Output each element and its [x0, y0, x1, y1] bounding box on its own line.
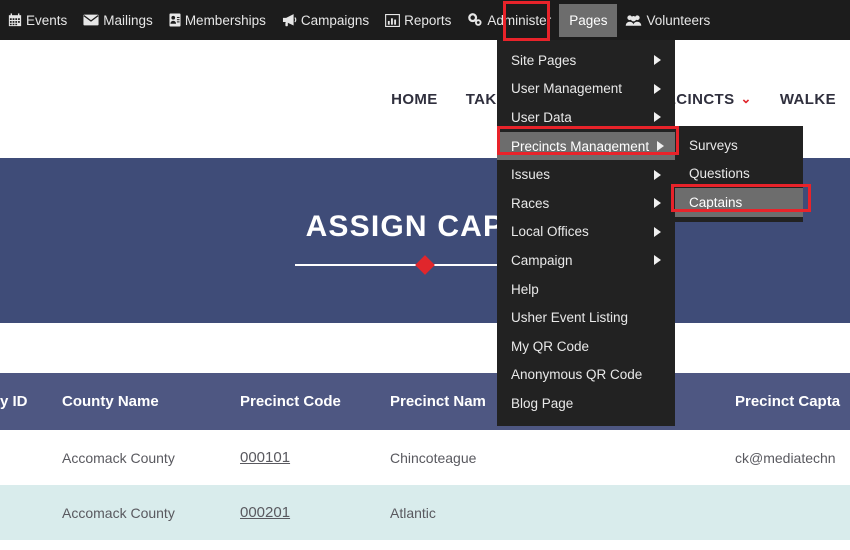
- submenu-arrow-icon: [657, 141, 665, 152]
- menu-item-label: Usher Event Listing: [511, 310, 629, 326]
- top-nav-label: Mailings: [103, 12, 153, 28]
- menu-item-issues[interactable]: Issues: [497, 160, 675, 189]
- submenu-arrow-icon: [654, 112, 661, 123]
- bar-chart-icon: [385, 13, 401, 27]
- top-nav-label: Campaigns: [300, 12, 370, 28]
- menu-item-site-pages[interactable]: Site Pages: [497, 46, 675, 75]
- cell-precinct-name: Chincoteague: [390, 430, 735, 485]
- precinct-captains-table: y ID County Name Precinct Code Precinct …: [0, 373, 850, 540]
- cell-county-name: Accomack County: [62, 430, 240, 485]
- menu-item-label: Site Pages: [511, 52, 577, 68]
- chevron-down-icon: ⌄: [740, 91, 752, 106]
- menu-item-races[interactable]: Races: [497, 189, 675, 218]
- menu-item-label: Blog Page: [511, 395, 574, 411]
- top-nav-label: Memberships: [184, 12, 266, 28]
- top-nav-label: Volunteers: [646, 12, 711, 28]
- table-header-row: y ID County Name Precinct Code Precinct …: [0, 373, 850, 430]
- cell-precinct-code[interactable]: 000201: [240, 485, 390, 540]
- top-nav-mailings[interactable]: Mailings: [75, 0, 161, 40]
- submenu-item-questions[interactable]: Questions: [675, 160, 803, 189]
- menu-item-usher-event-listing[interactable]: Usher Event Listing: [497, 303, 675, 332]
- menu-item-label: User Data: [511, 109, 572, 125]
- gears-icon: [467, 13, 483, 27]
- megaphone-icon: [282, 13, 297, 27]
- top-nav-volunteers[interactable]: Volunteers: [617, 0, 718, 40]
- precinct-code-link[interactable]: 000101: [240, 449, 290, 466]
- menu-item-precincts-management[interactable]: Precincts Management: [497, 131, 675, 161]
- table-body: Accomack County 000101 Chincoteague ck@m…: [0, 430, 850, 540]
- cell-county-id: [0, 485, 62, 540]
- top-nav-label: Pages: [569, 12, 608, 28]
- submenu-arrow-icon: [654, 255, 661, 266]
- app-root: ASSIGN CAPTA y ID County Name Precinct C…: [0, 0, 850, 550]
- menu-item-label: Races: [511, 195, 550, 211]
- cell-precinct-code[interactable]: 000101: [240, 430, 390, 485]
- submenu-item-label: Questions: [689, 166, 750, 182]
- top-nav-label: Events: [26, 12, 68, 28]
- column-header-precinct-code[interactable]: Precinct Code: [240, 373, 390, 430]
- users-icon: [625, 14, 642, 27]
- menu-item-label: Precincts Management: [511, 138, 650, 154]
- column-header-county-id[interactable]: y ID: [0, 373, 62, 430]
- nav-item-home[interactable]: HOME: [377, 91, 452, 108]
- menu-item-user-management[interactable]: User Management: [497, 75, 675, 104]
- menu-item-my-qr-code[interactable]: My QR Code: [497, 332, 675, 361]
- table-header: y ID County Name Precinct Code Precinct …: [0, 373, 850, 430]
- cell-precinct-name: Atlantic: [390, 485, 735, 540]
- pages-dropdown-menu: Site Pages User Management User Data Pre…: [497, 40, 675, 426]
- precincts-management-submenu: Surveys Questions Captains: [675, 126, 803, 222]
- menu-item-blog-page[interactable]: Blog Page: [497, 389, 675, 418]
- nav-item-label: WALKE: [779, 90, 836, 108]
- column-header-county-name[interactable]: County Name: [62, 373, 240, 430]
- top-nav-memberships[interactable]: Memberships: [161, 0, 274, 40]
- column-header-precinct-captain[interactable]: Precinct Capta: [735, 373, 850, 430]
- envelope-icon: [83, 14, 99, 26]
- menu-item-anonymous-qr-code[interactable]: Anonymous QR Code: [497, 361, 675, 390]
- submenu-item-surveys[interactable]: Surveys: [675, 131, 803, 160]
- submenu-arrow-icon: [654, 198, 661, 209]
- top-nav-reports[interactable]: Reports: [377, 0, 459, 40]
- top-nav-pages[interactable]: Pages: [559, 3, 618, 37]
- cell-county-name: Accomack County: [62, 485, 240, 540]
- submenu-item-label: Captains: [689, 194, 743, 210]
- submenu-arrow-icon: [654, 226, 661, 237]
- submenu-arrow-icon: [654, 55, 661, 66]
- submenu-arrow-icon: [654, 169, 661, 180]
- cell-precinct-captain: ck@mediatechn: [735, 430, 850, 485]
- cell-precinct-captain: [735, 485, 850, 540]
- top-nav-campaigns[interactable]: Campaigns: [274, 0, 377, 40]
- menu-item-local-offices[interactable]: Local Offices: [497, 218, 675, 247]
- top-nav-events[interactable]: Events: [0, 0, 75, 40]
- nav-item-walker[interactable]: WALKE: [766, 91, 850, 108]
- menu-item-user-data[interactable]: User Data: [497, 103, 675, 132]
- diamond-icon: [415, 254, 435, 275]
- id-card-icon: [169, 13, 181, 27]
- menu-item-label: Issues: [511, 167, 551, 183]
- precinct-captains-table-wrap: y ID County Name Precinct Code Precinct …: [0, 373, 850, 540]
- menu-item-label: Local Offices: [511, 224, 589, 240]
- top-nav-label: Administer: [487, 12, 552, 28]
- admin-top-bar: Events Mailings Memberships Campaigns Re: [0, 0, 850, 40]
- menu-item-label: My QR Code: [511, 338, 590, 354]
- cell-county-id: [0, 430, 62, 485]
- table-row[interactable]: Accomack County 000101 Chincoteague ck@m…: [0, 430, 850, 485]
- nav-item-label: HOME: [391, 90, 438, 108]
- submenu-arrow-icon: [654, 83, 661, 94]
- menu-item-help[interactable]: Help: [497, 275, 675, 304]
- top-nav-label: Reports: [404, 12, 452, 28]
- menu-item-label: Help: [511, 281, 539, 297]
- submenu-item-label: Surveys: [689, 137, 738, 153]
- menu-item-label: User Management: [511, 81, 623, 97]
- top-nav-administer[interactable]: Administer: [459, 0, 559, 40]
- calendar-icon: [8, 13, 22, 27]
- submenu-item-captains[interactable]: Captains: [675, 188, 803, 217]
- menu-item-label: Anonymous QR Code: [511, 367, 643, 383]
- table-row[interactable]: Accomack County 000201 Atlantic: [0, 485, 850, 540]
- precinct-code-link[interactable]: 000201: [240, 504, 290, 521]
- menu-item-campaign[interactable]: Campaign: [497, 246, 675, 275]
- menu-item-label: Campaign: [511, 252, 573, 268]
